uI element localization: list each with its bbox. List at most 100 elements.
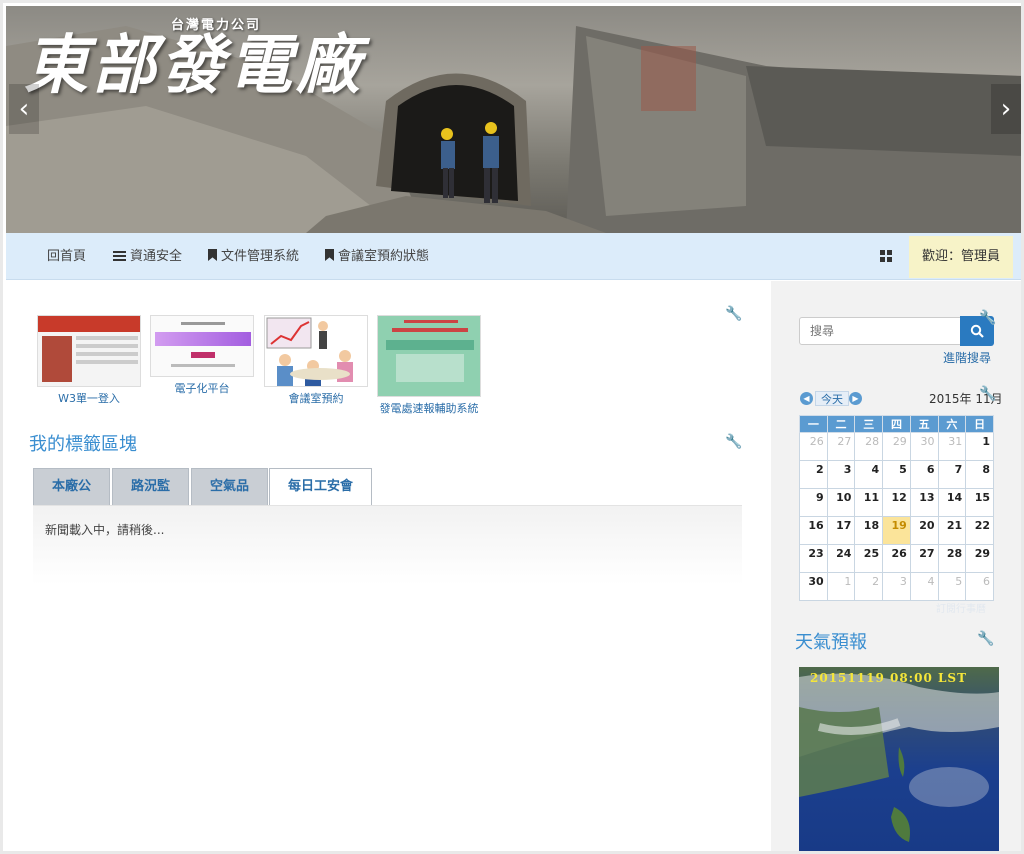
nav-document-label: 文件管理系統	[221, 249, 300, 264]
weather-section-title: 天氣預報	[795, 632, 867, 653]
tab-plant-announcements[interactable]: 本廠公告	[33, 468, 110, 530]
weekday-label: 六	[937, 415, 967, 433]
calendar-day[interactable]: 4	[854, 460, 884, 489]
calendar-day[interactable]: 5	[937, 572, 967, 601]
calendar-day[interactable]: 31	[937, 432, 967, 461]
nav-meeting-room-status[interactable]: 會議室預約狀態	[325, 233, 429, 280]
link-caption: W3單一登入	[58, 392, 120, 405]
nav-home[interactable]: 回首頁	[47, 233, 86, 280]
calendar-weekday-row: 一 二 三 四 五 六 日	[799, 415, 994, 433]
calendar-day[interactable]: 30	[799, 572, 828, 601]
search-input[interactable]	[799, 317, 961, 345]
link-caption: 發電處速報輔助系統	[379, 402, 479, 415]
link-power-report-system[interactable]: 發電處速報輔助系統	[377, 315, 481, 416]
search-icon	[970, 324, 984, 338]
advanced-search-link[interactable]: 進階搜尋	[943, 349, 991, 366]
today-button[interactable]: 今天	[815, 391, 849, 406]
calendar-grid: 一 二 三 四 五 六 日 26 27 28 29 30 31 1 2 3 4 5 6 7 8 9 10 11 1…	[799, 415, 994, 601]
calendar-week-row: 30 1 2 3 4 5 6	[799, 572, 994, 601]
calendar-day[interactable]: 6	[965, 572, 994, 601]
wrench-icon[interactable]: 🔧	[979, 311, 996, 325]
wrench-icon[interactable]: 🔧	[725, 435, 742, 449]
calendar-day[interactable]: 8	[965, 460, 994, 489]
calendar-day[interactable]: 26	[882, 544, 911, 573]
calendar-day[interactable]: 7	[937, 460, 967, 489]
weather-satellite-image[interactable]: 20151119 08:00 LST	[799, 667, 999, 851]
link-w3-login[interactable]: W3單一登入	[37, 315, 141, 406]
w3-login-thumbnail	[37, 315, 141, 387]
loading-message: 新聞載入中，請稍後...	[45, 523, 165, 537]
calendar-day[interactable]: 24	[826, 544, 856, 573]
tab-air-quality[interactable]: 空氣品質	[191, 468, 268, 530]
calendar-day[interactable]: 9	[799, 488, 828, 517]
calendar-body: 26 27 28 29 30 31 1 2 3 4 5 6 7 8 9 10 11 12 13 14 15 16 17 18 1…	[799, 432, 994, 601]
calendar-day[interactable]: 4	[909, 572, 939, 601]
chevron-right-icon[interactable]: ›	[991, 84, 1021, 134]
calendar-day[interactable]: 16	[799, 516, 828, 545]
nav-document-system[interactable]: 文件管理系統	[208, 233, 299, 280]
calendar-day-today[interactable]: 19	[882, 516, 911, 545]
calendar-day[interactable]: 28	[854, 432, 884, 461]
e-platform-thumbnail	[150, 315, 254, 377]
tab-daily-safety-meeting[interactable]: 每日工安會議	[269, 468, 372, 530]
wrench-icon[interactable]: 🔧	[725, 307, 742, 321]
calendar-day[interactable]: 23	[799, 544, 828, 573]
calendar-day[interactable]: 15	[965, 488, 994, 517]
calendar-day[interactable]: 25	[854, 544, 884, 573]
calendar-day[interactable]: 3	[882, 572, 911, 601]
menu-icon	[113, 251, 126, 261]
calendar-day[interactable]: 30	[909, 432, 939, 461]
bookmark-icon	[325, 249, 334, 261]
calendar-day[interactable]: 2	[854, 572, 884, 601]
nav-infosec-label: 資通安全	[130, 249, 183, 264]
weekday-label: 日	[965, 415, 994, 433]
calendar-day[interactable]: 27	[909, 544, 939, 573]
calendar-week-row: 23 24 25 26 27 28 29	[799, 544, 994, 573]
calendar-week-row: 26 27 28 29 30 31 1	[799, 432, 994, 461]
wrench-icon[interactable]: 🔧	[977, 632, 994, 646]
nav-infosec[interactable]: 資通安全	[113, 233, 182, 280]
header-banner: 東部發電廠 台灣電力公司 ‹ ›	[6, 6, 1021, 233]
calendar-day[interactable]: 17	[826, 516, 856, 545]
main-navbar: 回首頁 資通安全 文件管理系統 會議室預約狀態 歡迎：管理員	[6, 233, 1021, 280]
weather-timestamp: 20151119 08:00 LST	[810, 671, 968, 685]
calendar-day[interactable]: 13	[909, 488, 939, 517]
grid-icon[interactable]	[880, 250, 893, 263]
calendar-day[interactable]: 1	[965, 432, 994, 461]
calendar-day[interactable]: 11	[854, 488, 884, 517]
nav-meeting-label: 會議室預約狀態	[338, 249, 430, 264]
tabs-section-title: 我的標籤區塊	[29, 434, 137, 455]
calendar-day[interactable]: 29	[882, 432, 911, 461]
calendar-day[interactable]: 18	[854, 516, 884, 545]
calendar-day[interactable]: 1	[826, 572, 856, 601]
chevron-left-icon[interactable]: ◀	[800, 392, 813, 405]
calendar-day[interactable]: 10	[826, 488, 856, 517]
calendar-day[interactable]: 3	[826, 460, 856, 489]
chevron-left-icon[interactable]: ‹	[9, 84, 39, 134]
link-e-platform[interactable]: 電子化平台	[150, 315, 254, 396]
calendar-day[interactable]: 20	[909, 516, 939, 545]
subscribe-calendar-link[interactable]: 訂閱行事曆	[936, 600, 986, 615]
calendar-week-row: 16 17 18 19 20 21 22	[799, 516, 994, 545]
link-meeting-booking[interactable]: 會議室預約	[264, 315, 368, 406]
meeting-booking-thumbnail	[264, 315, 368, 387]
calendar-day[interactable]: 12	[882, 488, 911, 517]
calendar-day[interactable]: 28	[937, 544, 967, 573]
calendar-day[interactable]: 14	[937, 488, 967, 517]
power-report-thumbnail	[377, 315, 481, 397]
calendar-day[interactable]: 27	[826, 432, 856, 461]
chevron-right-icon[interactable]: ▶	[849, 392, 862, 405]
weekday-label: 一	[799, 415, 828, 433]
calendar-day[interactable]: 29	[965, 544, 994, 573]
nav-home-label: 回首頁	[47, 249, 87, 264]
calendar-day[interactable]: 21	[937, 516, 967, 545]
calendar-day[interactable]: 22	[965, 516, 994, 545]
tab-road-monitoring[interactable]: 路況監測	[112, 468, 189, 530]
calendar-day[interactable]: 2	[799, 460, 828, 489]
wrench-icon[interactable]: 🔧	[979, 387, 996, 401]
calendar-day[interactable]: 6	[909, 460, 939, 489]
calendar-day[interactable]: 26	[799, 432, 828, 461]
welcome-user[interactable]: 歡迎：管理員	[909, 236, 1013, 278]
page-frame: 東部發電廠 台灣電力公司 ‹ › 回首頁 資通安全 文件管理系統 會議室預約狀態…	[0, 0, 1024, 854]
calendar-day[interactable]: 5	[882, 460, 911, 489]
